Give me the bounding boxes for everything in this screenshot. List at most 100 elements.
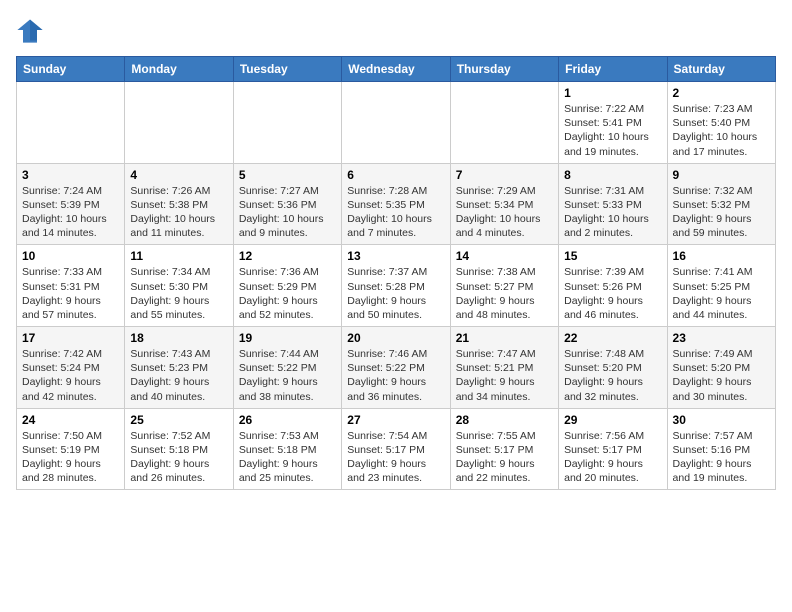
day-number: 9 [673,168,770,182]
calendar-cell: 1 Sunrise: 7:22 AMSunset: 5:41 PMDaylight… [559,82,667,164]
day-number: 17 [22,331,119,345]
calendar-cell: 7 Sunrise: 7:29 AMSunset: 5:34 PMDaylight… [450,163,558,245]
day-info: Sunrise: 7:22 AMSunset: 5:41 PMDaylight:… [564,102,661,159]
day-number: 3 [22,168,119,182]
calendar-cell: 18 Sunrise: 7:43 AMSunset: 5:23 PMDayligh… [125,327,233,409]
day-info: Sunrise: 7:56 AMSunset: 5:17 PMDaylight:… [564,429,661,486]
logo-icon [16,16,44,44]
day-info: Sunrise: 7:23 AMSunset: 5:40 PMDaylight:… [673,102,770,159]
calendar-cell: 26 Sunrise: 7:53 AMSunset: 5:18 PMDayligh… [233,408,341,490]
day-number: 4 [130,168,227,182]
calendar-cell: 24 Sunrise: 7:50 AMSunset: 5:19 PMDayligh… [17,408,125,490]
calendar-cell: 27 Sunrise: 7:54 AMSunset: 5:17 PMDayligh… [342,408,450,490]
calendar-cell: 5 Sunrise: 7:27 AMSunset: 5:36 PMDaylight… [233,163,341,245]
calendar-cell: 21Sunrise: 7:47 AMSunset: 5:21 PMDayligh… [450,327,558,409]
calendar-week-2: 3 Sunrise: 7:24 AMSunset: 5:39 PMDaylight… [17,163,776,245]
calendar-header-tuesday: Tuesday [233,57,341,82]
calendar-cell: 22 Sunrise: 7:48 AMSunset: 5:20 PMDayligh… [559,327,667,409]
calendar-cell: 9 Sunrise: 7:32 AMSunset: 5:32 PMDaylight… [667,163,775,245]
calendar-week-4: 17 Sunrise: 7:42 AMSunset: 5:24 PMDayligh… [17,327,776,409]
calendar-cell: 8 Sunrise: 7:31 AMSunset: 5:33 PMDaylight… [559,163,667,245]
calendar-cell: 28 Sunrise: 7:55 AMSunset: 5:17 PMDayligh… [450,408,558,490]
calendar-cell [17,82,125,164]
calendar-cell: 11Sunrise: 7:34 AMSunset: 5:30 PMDayligh… [125,245,233,327]
day-info: Sunrise: 7:42 AMSunset: 5:24 PMDaylight:… [22,347,119,404]
calendar-cell [233,82,341,164]
day-number: 30 [673,413,770,427]
day-info: Sunrise: 7:37 AMSunset: 5:28 PMDaylight:… [347,265,444,322]
day-number: 12 [239,249,336,263]
day-info: Sunrise: 7:49 AMSunset: 5:20 PMDaylight:… [673,347,770,404]
day-info: Sunrise: 7:41 AMSunset: 5:25 PMDaylight:… [673,265,770,322]
day-info: Sunrise: 7:38 AMSunset: 5:27 PMDaylight:… [456,265,553,322]
calendar-header-row: SundayMondayTuesdayWednesdayThursdayFrid… [17,57,776,82]
calendar-cell: 13 Sunrise: 7:37 AMSunset: 5:28 PMDayligh… [342,245,450,327]
day-number: 13 [347,249,444,263]
page-header [16,16,776,44]
calendar-cell: 6 Sunrise: 7:28 AMSunset: 5:35 PMDaylight… [342,163,450,245]
day-info: Sunrise: 7:46 AMSunset: 5:22 PMDaylight:… [347,347,444,404]
calendar-cell [342,82,450,164]
day-number: 18 [130,331,227,345]
day-info: Sunrise: 7:55 AMSunset: 5:17 PMDaylight:… [456,429,553,486]
calendar-header-wednesday: Wednesday [342,57,450,82]
calendar-week-5: 24 Sunrise: 7:50 AMSunset: 5:19 PMDayligh… [17,408,776,490]
calendar-week-1: 1 Sunrise: 7:22 AMSunset: 5:41 PMDaylight… [17,82,776,164]
calendar-cell: 29 Sunrise: 7:56 AMSunset: 5:17 PMDayligh… [559,408,667,490]
day-number: 24 [22,413,119,427]
day-number: 25 [130,413,227,427]
day-info: Sunrise: 7:43 AMSunset: 5:23 PMDaylight:… [130,347,227,404]
calendar-header-saturday: Saturday [667,57,775,82]
day-number: 6 [347,168,444,182]
day-info: Sunrise: 7:54 AMSunset: 5:17 PMDaylight:… [347,429,444,486]
calendar-cell: 14 Sunrise: 7:38 AMSunset: 5:27 PMDayligh… [450,245,558,327]
calendar-cell: 20Sunrise: 7:46 AMSunset: 5:22 PMDayligh… [342,327,450,409]
calendar-cell: 19 Sunrise: 7:44 AMSunset: 5:22 PMDayligh… [233,327,341,409]
day-info: Sunrise: 7:50 AMSunset: 5:19 PMDaylight:… [22,429,119,486]
day-number: 11 [130,249,227,263]
day-number: 19 [239,331,336,345]
day-number: 29 [564,413,661,427]
calendar-cell: 25 Sunrise: 7:52 AMSunset: 5:18 PMDayligh… [125,408,233,490]
day-info: Sunrise: 7:39 AMSunset: 5:26 PMDaylight:… [564,265,661,322]
calendar-table: SundayMondayTuesdayWednesdayThursdayFrid… [16,56,776,490]
logo [16,16,48,44]
day-info: Sunrise: 7:47 AMSunset: 5:21 PMDaylight:… [456,347,553,404]
day-info: Sunrise: 7:24 AMSunset: 5:39 PMDaylight:… [22,184,119,241]
day-info: Sunrise: 7:52 AMSunset: 5:18 PMDaylight:… [130,429,227,486]
calendar-cell: 3 Sunrise: 7:24 AMSunset: 5:39 PMDaylight… [17,163,125,245]
calendar-cell: 15 Sunrise: 7:39 AMSunset: 5:26 PMDayligh… [559,245,667,327]
calendar-cell: 2 Sunrise: 7:23 AMSunset: 5:40 PMDaylight… [667,82,775,164]
day-info: Sunrise: 7:32 AMSunset: 5:32 PMDaylight:… [673,184,770,241]
day-info: Sunrise: 7:27 AMSunset: 5:36 PMDaylight:… [239,184,336,241]
day-info: Sunrise: 7:33 AMSunset: 5:31 PMDaylight:… [22,265,119,322]
calendar-header-friday: Friday [559,57,667,82]
day-number: 7 [456,168,553,182]
day-info: Sunrise: 7:57 AMSunset: 5:16 PMDaylight:… [673,429,770,486]
day-info: Sunrise: 7:28 AMSunset: 5:35 PMDaylight:… [347,184,444,241]
day-number: 23 [673,331,770,345]
day-number: 5 [239,168,336,182]
calendar-cell: 30 Sunrise: 7:57 AMSunset: 5:16 PMDayligh… [667,408,775,490]
day-number: 1 [564,86,661,100]
calendar-cell: 16 Sunrise: 7:41 AMSunset: 5:25 PMDayligh… [667,245,775,327]
day-info: Sunrise: 7:29 AMSunset: 5:34 PMDaylight:… [456,184,553,241]
calendar-cell: 12 Sunrise: 7:36 AMSunset: 5:29 PMDayligh… [233,245,341,327]
day-number: 28 [456,413,553,427]
day-number: 15 [564,249,661,263]
calendar-cell: 4Sunrise: 7:26 AMSunset: 5:38 PMDaylight… [125,163,233,245]
day-number: 16 [673,249,770,263]
day-number: 2 [673,86,770,100]
day-info: Sunrise: 7:36 AMSunset: 5:29 PMDaylight:… [239,265,336,322]
day-info: Sunrise: 7:31 AMSunset: 5:33 PMDaylight:… [564,184,661,241]
day-number: 27 [347,413,444,427]
day-info: Sunrise: 7:44 AMSunset: 5:22 PMDaylight:… [239,347,336,404]
calendar-cell: 17 Sunrise: 7:42 AMSunset: 5:24 PMDayligh… [17,327,125,409]
day-info: Sunrise: 7:53 AMSunset: 5:18 PMDaylight:… [239,429,336,486]
day-number: 14 [456,249,553,263]
day-info: Sunrise: 7:48 AMSunset: 5:20 PMDaylight:… [564,347,661,404]
day-number: 26 [239,413,336,427]
calendar-header-thursday: Thursday [450,57,558,82]
day-number: 8 [564,168,661,182]
day-number: 22 [564,331,661,345]
